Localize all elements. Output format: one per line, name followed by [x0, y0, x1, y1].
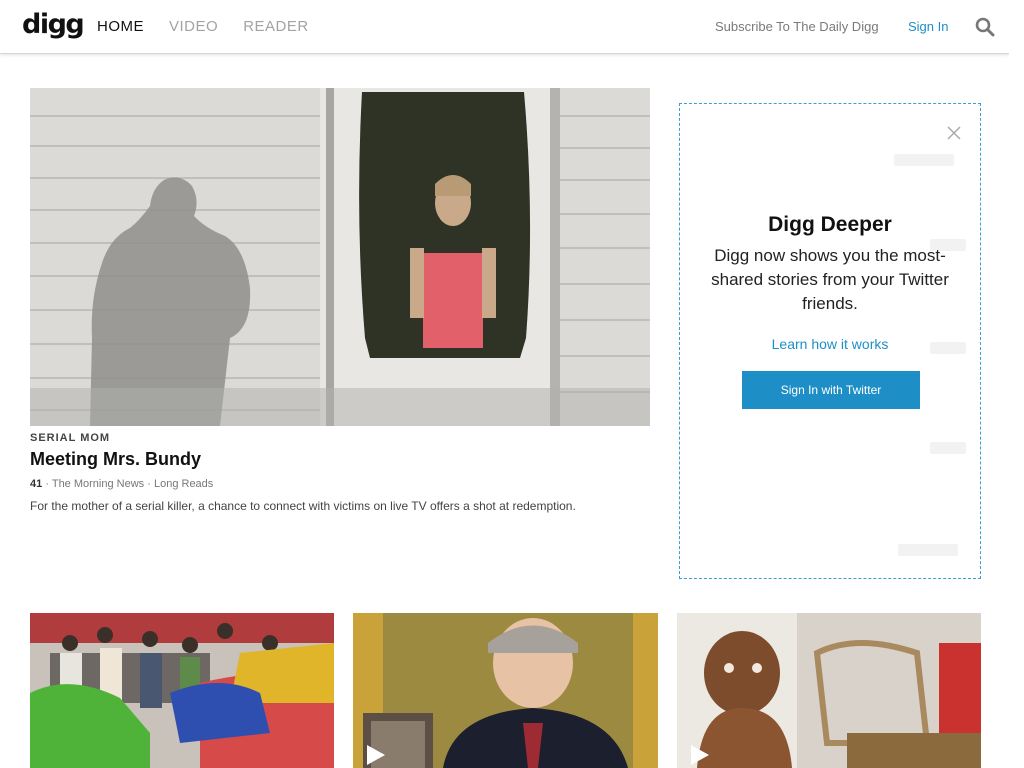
panel-description: Digg now shows you the most-shared stori… [711, 246, 949, 313]
play-icon [367, 745, 385, 765]
ghost-placeholder [930, 442, 966, 454]
meta-separator: · [147, 478, 151, 490]
story-excerpt: For the mother of a serial killer, a cha… [30, 499, 576, 513]
story-kicker: SERIAL MOM [30, 432, 111, 444]
story-headline[interactable]: Meeting Mrs. Bundy [30, 449, 201, 470]
digg-deeper-panel: Digg Deeper Digg now shows you the most-… [679, 103, 981, 579]
search-icon[interactable] [975, 17, 995, 37]
scrollbar-track[interactable] [1009, 0, 1024, 768]
digg-score: 41 [30, 478, 43, 490]
subscribe-link[interactable]: Subscribe To The Daily Digg [715, 19, 879, 34]
nav-video[interactable]: VIDEO [169, 18, 218, 35]
story-meta: 41 · The Morning News · Long Reads [30, 478, 213, 490]
nav-reader[interactable]: READER [243, 18, 309, 35]
learn-how-link[interactable]: Learn how it works [680, 336, 980, 352]
digg-logo[interactable]: digg [22, 10, 85, 40]
panel-title: Digg Deeper [768, 213, 892, 236]
story-category[interactable]: Long Reads [154, 478, 213, 490]
story-card[interactable] [30, 613, 334, 768]
featured-story-image[interactable] [30, 88, 650, 426]
top-navigation-bar: digg HOME VIDEO READER Subscribe To The … [0, 0, 1009, 54]
video-card[interactable] [353, 613, 658, 768]
play-icon [691, 745, 709, 765]
video-card[interactable] [677, 613, 981, 768]
ghost-placeholder [898, 544, 958, 556]
sign-in-link[interactable]: Sign In [908, 19, 948, 34]
main-nav: HOME VIDEO READER [97, 18, 309, 35]
nav-home[interactable]: HOME [97, 18, 144, 35]
sign-in-with-twitter-button[interactable]: Sign In with Twitter [742, 371, 920, 409]
ghost-placeholder [894, 154, 954, 166]
close-icon[interactable] [947, 126, 961, 140]
story-source[interactable]: The Morning News [52, 478, 144, 490]
meta-separator: · [45, 478, 49, 490]
